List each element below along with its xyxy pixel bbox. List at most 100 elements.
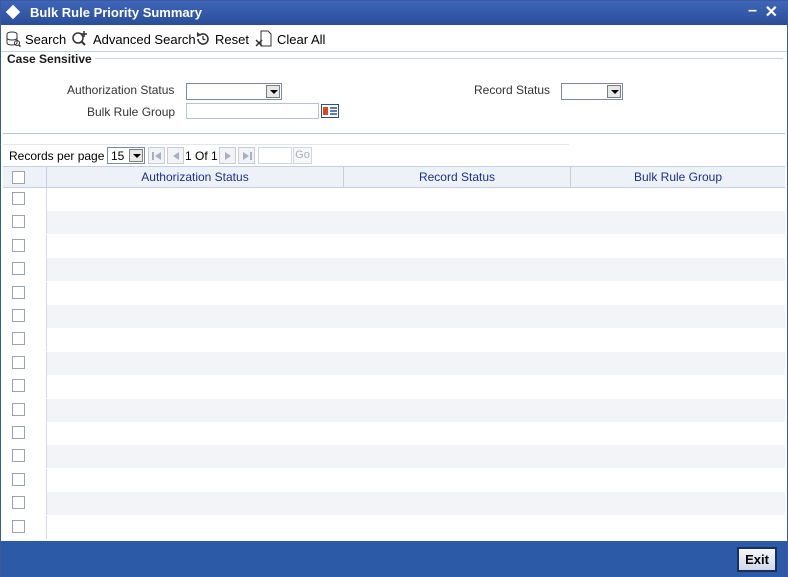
table-row[interactable]	[3, 234, 785, 258]
previous-page-button[interactable]	[167, 147, 184, 164]
row-select-cell	[3, 422, 47, 445]
row-content	[47, 492, 785, 516]
table-row[interactable]	[3, 398, 785, 422]
row-select-cell	[3, 328, 47, 352]
table-row[interactable]	[3, 188, 785, 211]
last-page-button[interactable]	[238, 147, 255, 164]
column-header-record-status[interactable]: Record Status	[344, 167, 571, 188]
select-all-checkbox[interactable]	[12, 171, 25, 184]
window-diamond-icon	[5, 4, 21, 20]
row-checkbox[interactable]	[12, 192, 25, 205]
clear-all-icon	[255, 30, 272, 47]
row-content	[47, 516, 785, 539]
table-row[interactable]	[3, 351, 785, 375]
search-criteria-panel: Case Sensitive Authorization Status Reco…	[3, 52, 785, 134]
row-content	[47, 258, 785, 282]
toolbar: Search Advanced Search Reset Clear All	[1, 25, 787, 52]
row-select-cell	[3, 258, 47, 282]
first-page-icon	[152, 152, 161, 160]
table-row[interactable]	[3, 305, 785, 328]
row-select-cell	[3, 234, 47, 258]
authorization-status-select[interactable]	[186, 83, 282, 100]
last-page-icon	[243, 152, 252, 160]
chevron-down-icon[interactable]	[266, 85, 280, 98]
title-bar: Bulk Rule Priority Summary – ✕	[1, 1, 787, 25]
row-content	[47, 282, 785, 305]
close-button[interactable]: ✕	[765, 2, 778, 22]
row-checkbox[interactable]	[12, 238, 25, 252]
exit-button[interactable]: Exit	[737, 547, 777, 572]
table-row[interactable]	[3, 258, 785, 282]
next-page-button[interactable]	[219, 147, 236, 164]
table-row[interactable]	[3, 281, 785, 305]
row-select-cell	[3, 281, 47, 305]
row-select-cell	[3, 375, 47, 399]
go-button[interactable]: Go	[293, 147, 312, 164]
next-page-icon	[225, 152, 231, 160]
advanced-search-label: Advanced Search	[93, 31, 196, 47]
table-row[interactable]	[3, 445, 785, 469]
row-checkbox[interactable]	[12, 215, 25, 229]
records-per-page-value: 15	[111, 149, 125, 163]
search-button[interactable]: Search	[5, 30, 66, 48]
row-content	[47, 235, 785, 258]
reset-button[interactable]: Reset	[195, 30, 249, 48]
chevron-down-icon[interactable]	[129, 149, 143, 162]
row-content	[47, 469, 785, 492]
row-checkbox[interactable]	[12, 519, 25, 533]
row-checkbox[interactable]	[12, 262, 25, 276]
record-status-select[interactable]	[561, 83, 623, 100]
row-checkbox[interactable]	[12, 309, 25, 322]
minimize-button[interactable]: –	[748, 2, 757, 20]
row-checkbox[interactable]	[12, 426, 25, 439]
row-checkbox[interactable]	[12, 355, 25, 369]
footer-bar: Exit	[1, 541, 787, 577]
row-checkbox[interactable]	[12, 379, 25, 393]
row-content	[47, 305, 785, 328]
window-title: Bulk Rule Priority Summary	[30, 5, 202, 20]
row-content	[47, 351, 785, 375]
grid-header: Authorization Status Record Status Bulk …	[3, 166, 785, 188]
column-header-bulk-rule-group[interactable]: Bulk Rule Group	[571, 167, 785, 188]
table-row[interactable]	[3, 468, 785, 492]
authorization-status-label: Authorization Status	[67, 83, 175, 97]
row-checkbox[interactable]	[12, 285, 25, 299]
row-select-cell	[3, 211, 47, 235]
clear-all-button[interactable]: Clear All	[255, 30, 325, 48]
pagination-bar: Records per page 15 1 Of 1 Go	[3, 144, 569, 166]
records-per-page-select[interactable]: 15	[107, 147, 145, 164]
search-label: Search	[25, 31, 67, 47]
search-database-icon	[6, 31, 21, 47]
column-header-authorization-status[interactable]: Authorization Status	[47, 167, 344, 188]
row-select-cell	[3, 305, 47, 328]
list-of-values-icon[interactable]	[321, 104, 339, 118]
row-checkbox[interactable]	[12, 402, 25, 416]
reset-label: Reset	[215, 31, 249, 47]
case-sensitive-label: Case Sensitive	[7, 52, 92, 66]
advanced-search-button[interactable]: Advanced Search	[71, 30, 196, 48]
table-row[interactable]	[3, 515, 785, 539]
table-row[interactable]	[3, 328, 785, 352]
bulk-rule-group-input[interactable]	[186, 103, 319, 119]
page-number-input[interactable]	[258, 147, 292, 164]
row-checkbox[interactable]	[12, 449, 25, 463]
row-checkbox[interactable]	[12, 496, 25, 510]
reset-icon	[197, 32, 209, 45]
advanced-search-icon	[72, 31, 87, 46]
record-status-label: Record Status	[474, 83, 551, 97]
clear-all-label: Clear All	[277, 31, 326, 47]
row-select-cell	[3, 515, 47, 539]
summary-window: Bulk Rule Priority Summary – ✕ Search Ad…	[0, 0, 788, 577]
previous-page-icon	[173, 152, 179, 160]
first-page-button[interactable]	[148, 147, 165, 164]
row-content	[47, 398, 785, 422]
table-row[interactable]	[3, 375, 785, 399]
table-row[interactable]	[3, 211, 785, 235]
row-select-cell	[3, 445, 47, 469]
row-checkbox[interactable]	[12, 472, 25, 486]
table-row[interactable]	[3, 492, 785, 516]
chevron-down-icon[interactable]	[607, 85, 621, 98]
row-checkbox[interactable]	[12, 332, 25, 346]
table-row[interactable]	[3, 422, 785, 445]
row-content	[47, 328, 785, 351]
